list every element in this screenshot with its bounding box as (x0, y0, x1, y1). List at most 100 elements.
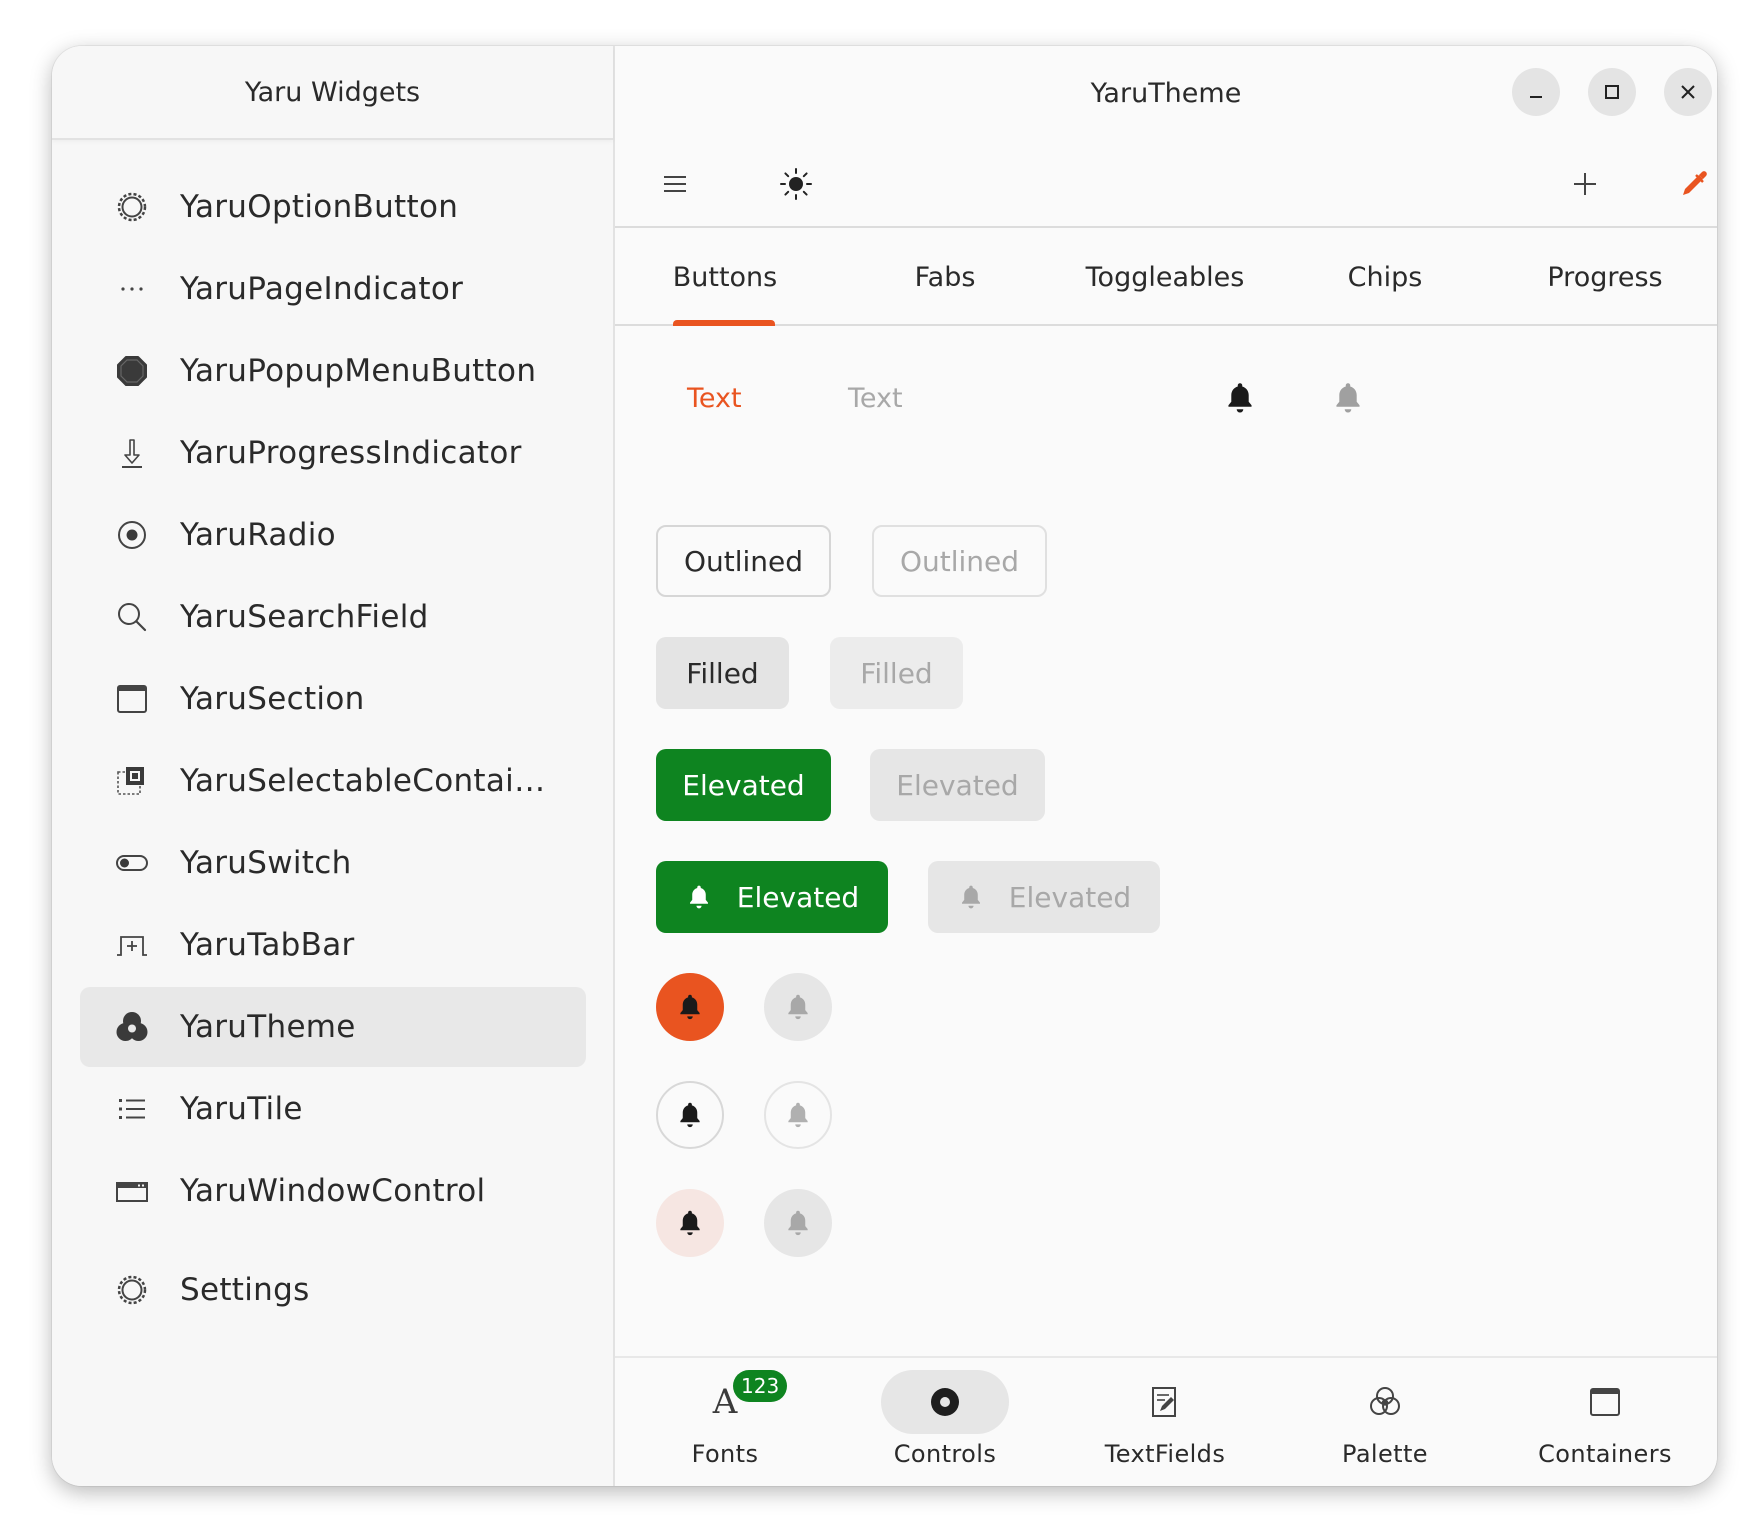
tab-add-icon (112, 925, 152, 965)
settings-gear-icon (112, 1270, 152, 1310)
list-icon (112, 1089, 152, 1129)
tab-toggleables[interactable]: Toggleables (1055, 230, 1275, 324)
sidebar-item-progress-indicator[interactable]: YaruProgressIndicator (80, 413, 586, 493)
bell-icon (675, 992, 705, 1022)
sidebar-item-switch[interactable]: YaruSwitch (80, 823, 586, 903)
minimize-button[interactable] (1512, 68, 1560, 116)
bell-icon (685, 883, 713, 911)
sidebar-item-label: YaruProgressIndicator (180, 435, 522, 471)
nav-item-textfields[interactable]: TextFields (1055, 1358, 1275, 1486)
gear-icon (112, 187, 152, 227)
nav-item-containers[interactable]: Containers (1495, 1358, 1715, 1486)
octagon-icon (112, 351, 152, 391)
nav-label: Controls (893, 1440, 997, 1468)
title-bar: YaruTheme (615, 46, 1717, 140)
hamburger-icon (664, 176, 686, 192)
close-button[interactable] (1664, 68, 1712, 116)
sidebar-item-label: YaruSection (180, 681, 365, 717)
color-picker-button[interactable] (1672, 162, 1716, 206)
elevated-icon-button-label: Elevated (736, 880, 860, 914)
window-control-icon (112, 1171, 152, 1211)
sidebar-item-label: YaruOptionButton (180, 189, 459, 225)
bell-icon (783, 1100, 813, 1130)
outlined-icon-button[interactable] (656, 1081, 724, 1149)
outlined-button[interactable]: Outlined (656, 525, 831, 597)
tab-bar: Buttons Fabs Toggleables Chips Progress (615, 230, 1717, 326)
maximize-button[interactable] (1588, 68, 1636, 116)
sun-icon (780, 168, 812, 200)
tab-label: Chips (1347, 261, 1423, 293)
tab-label: Toggleables (1085, 261, 1245, 293)
sidebar-item-option-button[interactable]: YaruOptionButton (80, 167, 586, 247)
sidebar-item-section[interactable]: YaruSection (80, 659, 586, 739)
outlined-button-disabled: Outlined (872, 525, 1047, 597)
eyedropper-icon (1683, 171, 1707, 195)
bell-icon[interactable] (1222, 380, 1258, 416)
text-edit-icon (1101, 1370, 1229, 1434)
sidebar-item-window-control[interactable]: YaruWindowControl (80, 1151, 586, 1231)
search-icon (112, 597, 152, 637)
elevated-icon-button-disabled: Elevated (928, 861, 1160, 933)
nav-item-fonts[interactable]: A 123 Fonts (615, 1358, 835, 1486)
tab-buttons[interactable]: Buttons (615, 230, 835, 326)
sidebar-item-tab-bar[interactable]: YaruTabBar (80, 905, 586, 985)
outlined-icon-button-disabled (764, 1081, 832, 1149)
sidebar-item-popup-menu-button[interactable]: YaruPopupMenuButton (80, 331, 586, 411)
bell-icon (957, 883, 985, 911)
bottom-navigation: A 123 Fonts Controls TextFields Palette … (615, 1356, 1717, 1486)
text-button[interactable]: Text (687, 368, 742, 428)
filled-icon-button[interactable] (656, 973, 724, 1041)
sidebar-item-label: YaruPopupMenuButton (180, 353, 537, 389)
nav-item-controls[interactable]: Controls (835, 1358, 1055, 1486)
minimize-icon (1530, 96, 1542, 98)
sidebar-item-tile[interactable]: YaruTile (80, 1069, 586, 1149)
elevated-button[interactable]: Elevated (656, 749, 831, 821)
text-button-disabled: Text (848, 382, 903, 414)
tab-chips[interactable]: Chips (1275, 230, 1495, 324)
sidebar-item-label: YaruSelectableContai… (180, 763, 546, 799)
elevated-icon-button-label: Elevated (1008, 880, 1132, 914)
bell-icon (675, 1208, 705, 1238)
menu-button[interactable] (653, 162, 697, 206)
bell-icon (675, 1100, 705, 1130)
tab-label: Progress (1547, 261, 1663, 293)
tab-progress[interactable]: Progress (1495, 230, 1715, 324)
add-button[interactable] (1563, 162, 1607, 206)
theme-toggle-button[interactable] (774, 162, 818, 206)
tab-label: Buttons (672, 261, 778, 293)
sidebar-item-theme[interactable]: YaruTheme (80, 987, 586, 1067)
sidebar-item-label: YaruRadio (180, 517, 336, 553)
elevated-icon-button[interactable]: Elevated (656, 861, 888, 933)
sidebar-item-selectable-container[interactable]: YaruSelectableContai… (80, 741, 586, 821)
sidebar-item-label: YaruSearchField (180, 599, 429, 635)
maximize-icon (1605, 85, 1619, 99)
sidebar-title: Yaru Widgets (52, 46, 613, 140)
window-section-icon (112, 679, 152, 719)
sidebar-item-settings[interactable]: Settings (80, 1250, 586, 1330)
close-icon (1681, 85, 1695, 99)
tonal-icon-button-disabled (764, 1189, 832, 1257)
sidebar-item-search-field[interactable]: YaruSearchField (80, 577, 586, 657)
sidebar-item-page-indicator[interactable]: YaruPageIndicator (80, 249, 586, 329)
nav-item-palette[interactable]: Palette (1275, 1358, 1495, 1486)
bell-icon-disabled (1330, 380, 1366, 416)
sidebar-item-radio[interactable]: YaruRadio (80, 495, 586, 575)
theme-icon (112, 1007, 152, 1047)
container-icon (1541, 1370, 1669, 1434)
bell-icon (783, 1208, 813, 1238)
filled-button[interactable]: Filled (656, 637, 789, 709)
sidebar-item-label: Settings (180, 1272, 310, 1308)
sidebar: Yaru Widgets YaruOptionButton YaruPageIn… (52, 46, 615, 1486)
dots-icon (112, 269, 152, 309)
fonts-badge: 123 (733, 1370, 788, 1402)
tonal-icon-button[interactable] (656, 1189, 724, 1257)
bell-icon (783, 992, 813, 1022)
tab-fabs[interactable]: Fabs (835, 230, 1055, 324)
radio-icon (112, 515, 152, 555)
selectable-container-icon (112, 761, 152, 801)
download-arrow-icon (112, 433, 152, 473)
nav-label: Palette (1342, 1440, 1428, 1468)
nav-label: TextFields (1104, 1440, 1226, 1468)
sidebar-item-label: YaruTile (180, 1091, 303, 1127)
main-panel: YaruTheme Buttons Fabs Toggleables Chips… (615, 46, 1717, 1486)
